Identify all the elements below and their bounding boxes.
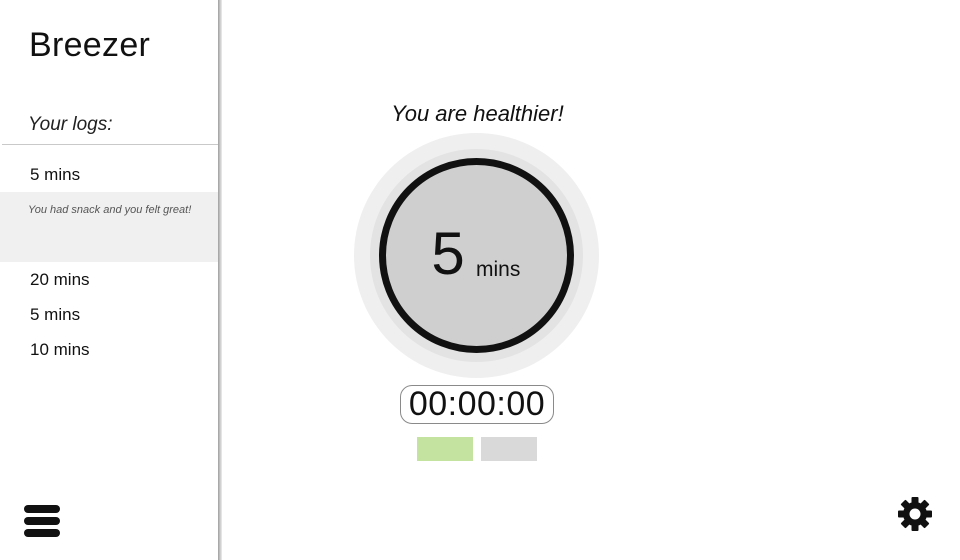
clock-display: 00:00:00 (400, 385, 554, 424)
menu-bar (24, 505, 60, 513)
timer-unit: mins (476, 258, 521, 281)
log-item[interactable]: 5 mins (0, 305, 218, 327)
log-item[interactable]: 5 mins (0, 165, 218, 187)
log-item[interactable]: 20 mins (0, 270, 218, 292)
menu-bar (24, 517, 60, 525)
log-duration: 5 mins (30, 305, 81, 324)
encouragement-message: You are healthier! (391, 101, 564, 126)
app-window: Breezer Your logs: You had snack and you… (0, 0, 960, 560)
gear-icon-graphic (898, 497, 932, 531)
start-button[interactable] (417, 437, 473, 461)
stop-button[interactable] (481, 437, 537, 461)
app-title: Breezer (29, 26, 151, 64)
log-duration: 20 mins (30, 270, 90, 289)
hamburger-menu-icon[interactable] (24, 505, 60, 537)
timer-value: 5 (431, 220, 465, 287)
logs-heading: Your logs: (28, 114, 113, 135)
log-note: You had snack and you felt great! (28, 204, 192, 216)
log-duration: 10 mins (30, 340, 90, 359)
gear-icon[interactable] (897, 496, 933, 532)
log-item[interactable]: 10 mins (0, 340, 218, 362)
log-duration: 5 mins (30, 165, 81, 184)
menu-bar (24, 529, 60, 537)
timer-dial[interactable] (379, 158, 574, 353)
sidebar: Breezer Your logs: You had snack and you… (0, 0, 218, 560)
logs-divider (2, 144, 218, 145)
sidebar-divider (218, 0, 222, 560)
